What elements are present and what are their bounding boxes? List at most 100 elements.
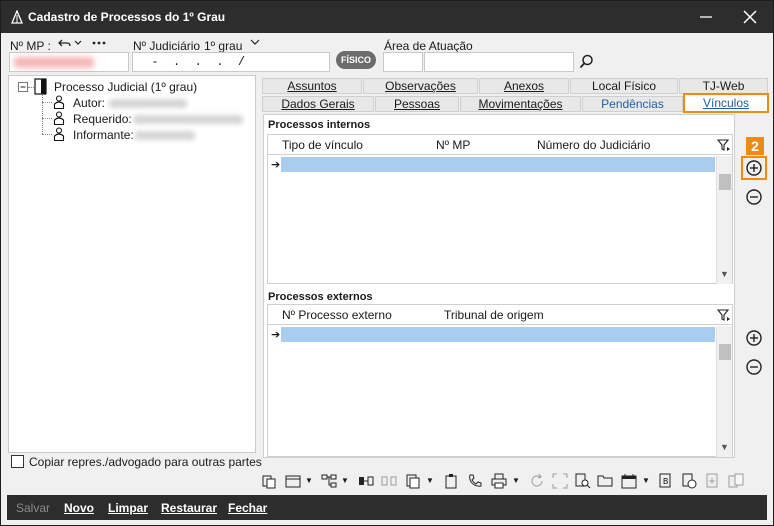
judiciario-input[interactable]: - . . . / [132, 52, 330, 72]
tab-tj-web[interactable]: TJ-Web [679, 78, 768, 94]
copy-process-icon[interactable] [261, 473, 277, 489]
filter-icon[interactable] [717, 138, 731, 152]
grau-label: 1º grau [204, 39, 243, 53]
scroll-thumb[interactable] [719, 344, 731, 360]
scroll-down-icon[interactable]: ▼ [720, 442, 729, 452]
phone-icon[interactable] [467, 473, 483, 489]
chevron-down-icon[interactable]: ▼ [341, 476, 349, 485]
tab-label: Pendências [601, 97, 664, 111]
restaurar-button[interactable]: Restaurar [161, 501, 217, 515]
tree-item-label: Autor: [73, 96, 106, 110]
tab-label: Local Físico [591, 79, 657, 93]
fechar-button[interactable]: Fechar [228, 501, 267, 515]
novo-button[interactable]: Novo [64, 501, 94, 515]
table-row[interactable] [281, 157, 715, 172]
unlink-nodes-icon[interactable] [381, 473, 397, 489]
judiciario-label: Nº Judiciário [133, 39, 201, 53]
close-icon[interactable] [739, 7, 761, 27]
internos-grid[interactable]: Tipo de vínculo Nº MP Número do Judiciár… [267, 134, 733, 284]
calendar-icon[interactable] [621, 473, 637, 489]
timer-document-icon[interactable] [681, 473, 697, 489]
search-document-icon[interactable] [575, 473, 591, 489]
redacted-name [133, 115, 243, 124]
tab-pendencias[interactable]: Pendências [582, 96, 683, 112]
refresh-icon[interactable] [529, 473, 545, 489]
add-document-icon[interactable] [705, 473, 721, 489]
document-b-icon[interactable]: B [658, 473, 674, 489]
col-tipo-vinculo[interactable]: Tipo de vínculo [282, 138, 363, 152]
tree-root-label[interactable]: Processo Judicial (1º grau) [54, 80, 197, 94]
tab-label: Assuntos [287, 79, 337, 93]
remove-internal-icon[interactable] [744, 187, 764, 207]
process-tree: Processo Judicial (1º grau) Autor: Reque… [8, 75, 256, 453]
person-icon [53, 127, 65, 141]
mp-input[interactable] [9, 52, 129, 72]
col-processo-externo[interactable]: Nº Processo externo [282, 308, 392, 322]
print-icon[interactable] [491, 473, 507, 489]
tab-dados-gerais[interactable]: Dados Gerais [262, 96, 374, 112]
salvar-button[interactable]: Salvar [16, 501, 50, 515]
person-icon [53, 95, 65, 109]
expand-icon[interactable] [552, 473, 568, 489]
chevron-down-icon[interactable]: ▼ [305, 476, 313, 485]
transfer-document-icon[interactable] [728, 473, 744, 489]
folder-icon[interactable] [597, 473, 613, 489]
chevron-down-icon[interactable] [74, 39, 82, 47]
minimize-icon[interactable] [695, 7, 717, 27]
tab-label: Vínculos [702, 96, 750, 110]
documents-icon[interactable] [405, 473, 421, 489]
externos-grid[interactable]: Nº Processo externo Tribunal de origem ➔… [267, 304, 733, 457]
tab-assuntos[interactable]: Assuntos [262, 78, 362, 94]
scroll-thumb[interactable] [719, 174, 731, 190]
chevron-down-icon[interactable]: ▼ [426, 476, 434, 485]
area-name-input[interactable] [424, 52, 574, 72]
tree-connector [42, 102, 52, 103]
more-options-icon[interactable] [92, 41, 106, 45]
search-icon[interactable] [579, 54, 594, 69]
window-icon[interactable] [285, 473, 301, 489]
undo-icon[interactable] [58, 37, 72, 49]
internos-scrollbar[interactable]: ▼ [716, 156, 732, 284]
limpar-button[interactable]: Limpar [108, 501, 148, 515]
col-numero-mp[interactable]: Nº MP [436, 138, 470, 152]
col-numero-judiciario[interactable]: Número do Judiciário [537, 138, 650, 152]
externos-scrollbar[interactable]: ▼ [716, 326, 732, 457]
internos-title: Processos internos [268, 119, 371, 131]
tab-label: TJ-Web [702, 79, 745, 93]
col-tribunal-origem[interactable]: Tribunal de origem [444, 308, 544, 322]
area-code-input[interactable] [383, 52, 423, 72]
chevron-down-icon[interactable]: ▼ [642, 476, 650, 485]
process-file-icon [34, 78, 47, 95]
mp-label: Nº MP : [10, 39, 51, 53]
link-nodes-icon[interactable] [358, 473, 374, 489]
scroll-down-icon[interactable]: ▼ [720, 269, 729, 279]
redacted-mp-value [14, 57, 94, 68]
add-internal-icon[interactable] [744, 158, 764, 178]
tab-pessoas[interactable]: Pessoas [375, 96, 459, 112]
main-window: Cadastro de Processos do 1º Grau Nº MP :… [0, 0, 774, 526]
remove-external-icon[interactable] [744, 357, 764, 377]
row-indicator-icon: ➔ [271, 159, 281, 171]
tab-local-fisico[interactable]: Local Físico [570, 78, 678, 94]
tab-observacoes[interactable]: Observações [363, 78, 478, 94]
redacted-name [135, 131, 195, 140]
tab-movimentacoes[interactable]: Movimentações [460, 96, 581, 112]
filter-icon[interactable] [717, 308, 731, 322]
tree-connector [42, 134, 52, 135]
add-external-icon[interactable] [744, 328, 764, 348]
window-title: Cadastro de Processos do 1º Grau [28, 10, 226, 24]
hierarchy-icon[interactable] [321, 473, 337, 489]
copy-representatives-checkbox[interactable] [11, 455, 24, 468]
redacted-name [109, 99, 187, 108]
grau-dropdown-icon[interactable] [250, 38, 260, 46]
tab-vinculos[interactable]: Vínculos [683, 93, 769, 113]
tree-item-label: Requerido: [73, 112, 132, 126]
tree-item-label: Informante: [73, 128, 134, 142]
chevron-down-icon[interactable]: ▼ [512, 476, 520, 485]
collapse-icon[interactable] [18, 82, 28, 92]
table-row[interactable] [281, 327, 715, 342]
callout-badge-2: 2 [746, 137, 764, 155]
tab-anexos[interactable]: Anexos [479, 78, 569, 94]
clipboard-icon[interactable] [443, 473, 459, 489]
copy-representatives-label: Copiar repres./advogado para outras part… [29, 455, 262, 469]
